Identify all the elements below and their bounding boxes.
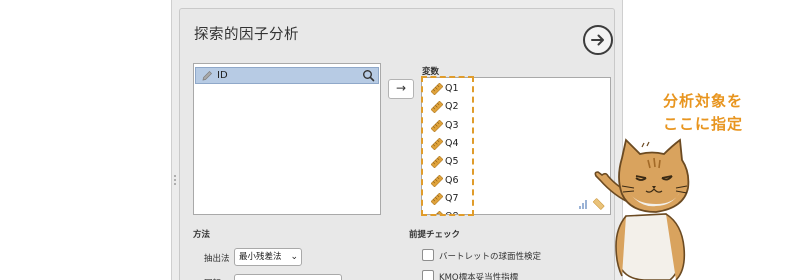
variable-name: ID — [217, 70, 228, 81]
move-to-variables-button[interactable]: → — [388, 79, 414, 99]
ruler-icon — [431, 211, 443, 214]
ruler-icon — [431, 192, 443, 205]
variables-target-label: 変数 — [422, 67, 440, 77]
resize-handle[interactable] — [173, 175, 177, 187]
assumption-checks-heading: 前提チェック — [409, 230, 461, 240]
variables-target-list[interactable]: Q1 Q2 Q3 Q4 Q5 Q6 Q7 Q8 — [421, 77, 611, 215]
rotation-select[interactable] — [234, 274, 342, 280]
pencil-icon — [202, 71, 212, 81]
annotation-line-1: 分析対象を — [662, 92, 743, 110]
target-variable-name: Q5 — [445, 156, 459, 168]
run-analysis-button[interactable] — [583, 25, 613, 55]
extraction-select[interactable]: 最小残差法 ⌄ — [234, 248, 302, 266]
extraction-label: 抽出法 — [204, 254, 230, 264]
bartlett-label: バートレットの球面性検定 — [439, 252, 542, 262]
target-variable-name: Q3 — [445, 119, 459, 131]
arrow-right-circle-icon — [591, 34, 604, 46]
kmo-label: KMO標本妥当性指標 — [439, 273, 519, 280]
extraction-value: 最小残差法 — [239, 252, 282, 262]
annotation-callout: 分析対象を ここに指定 — [648, 90, 758, 136]
method-heading: 方法 — [193, 230, 211, 240]
target-variable-name: Q8 — [445, 211, 459, 214]
bartlett-checkbox[interactable] — [422, 249, 434, 261]
ruler-icon — [431, 137, 443, 150]
pointing-cat-illustration — [594, 138, 690, 280]
ruler-icon — [431, 101, 443, 114]
target-variable-name: Q1 — [445, 83, 459, 94]
annotation-line-2: ここに指定 — [662, 115, 743, 133]
ruler-icon — [431, 174, 443, 187]
ruler-icon — [431, 119, 443, 132]
variable-row-id[interactable]: ID — [195, 67, 379, 84]
ruler-icon — [431, 83, 443, 95]
page-title: 探索的因子分析 — [194, 27, 299, 43]
stage: 探索的因子分析 ID → 変数 Q1 Q2 Q3 Q4 Q5 Q6 Q7 Q8 — [0, 0, 800, 280]
target-variable-name: Q6 — [445, 174, 459, 186]
target-variable-name: Q7 — [445, 192, 459, 204]
chevron-down-icon: ⌄ — [290, 252, 298, 262]
target-variable-name: Q2 — [445, 101, 459, 113]
available-variables-list[interactable]: ID — [193, 63, 381, 215]
target-variable-name: Q4 — [445, 137, 459, 149]
search-icon[interactable] — [362, 69, 375, 82]
ruler-icon — [431, 156, 443, 169]
kmo-checkbox[interactable] — [422, 270, 434, 280]
